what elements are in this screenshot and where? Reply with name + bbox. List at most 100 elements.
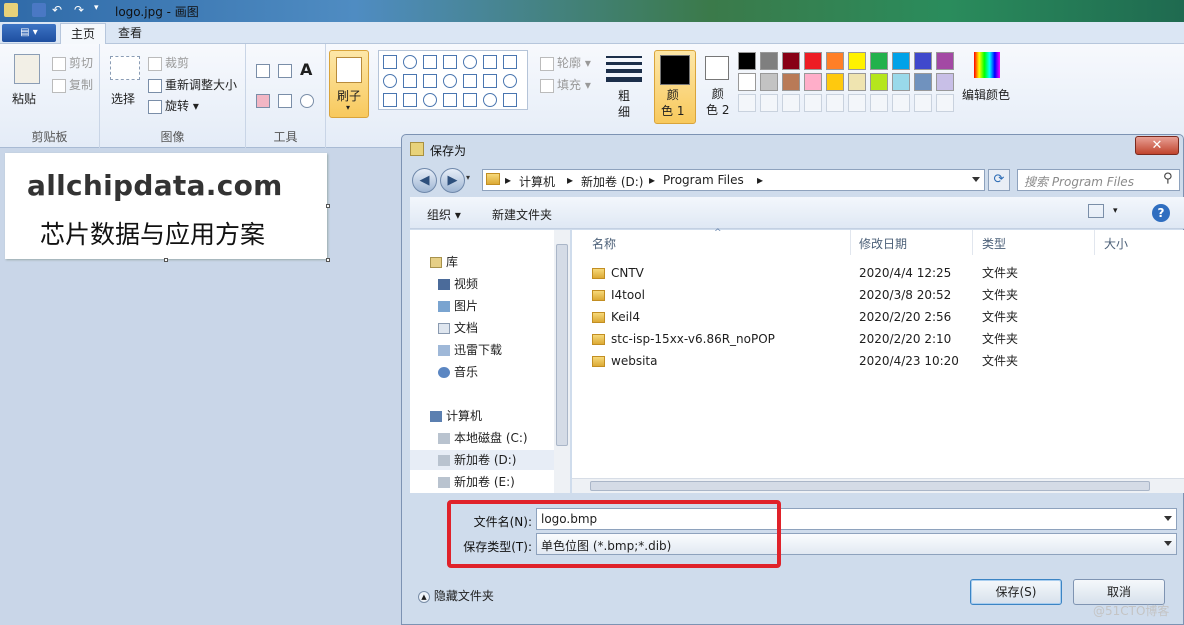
nav-videos[interactable]: 视频 — [438, 274, 478, 294]
nav-drive-c[interactable]: 本地磁盘 (C:) — [438, 428, 528, 448]
outline-button[interactable]: 轮廓 ▾ — [540, 54, 591, 71]
file-row[interactable]: websita 2020/4/23 10:20 文件夹 — [592, 351, 1182, 371]
shape-option[interactable] — [383, 74, 397, 88]
help-icon[interactable]: ? — [1152, 204, 1170, 222]
resize-handle-bottom[interactable] — [164, 258, 168, 262]
palette-swatch[interactable] — [804, 52, 822, 70]
shape-option[interactable] — [463, 55, 477, 69]
shape-option[interactable] — [483, 93, 497, 107]
back-button[interactable]: ◀ — [412, 168, 437, 193]
nav-drive-e[interactable]: 新加卷 (E:) — [438, 472, 515, 492]
breadcrumb-program-files[interactable]: Program Files — [663, 173, 744, 187]
shape-option[interactable] — [423, 74, 437, 88]
column-divider[interactable] — [850, 230, 851, 255]
palette-swatch[interactable] — [870, 73, 888, 91]
shape-option[interactable] — [383, 55, 397, 69]
crop-button[interactable]: 裁剪 — [148, 54, 189, 71]
palette-swatch[interactable] — [936, 52, 954, 70]
tab-view[interactable]: 查看 — [108, 23, 152, 44]
palette-swatch[interactable] — [914, 52, 932, 70]
tab-home[interactable]: 主页 — [60, 23, 107, 44]
palette-swatch[interactable] — [848, 52, 866, 70]
palette-swatch-empty[interactable] — [892, 94, 910, 112]
column-divider[interactable] — [972, 230, 973, 255]
shape-option[interactable] — [443, 55, 457, 69]
magnifier-icon[interactable] — [300, 94, 314, 108]
palette-swatch-empty[interactable] — [936, 94, 954, 112]
size-button[interactable]: 粗 细 — [606, 52, 642, 122]
address-bar[interactable]: ▸ 计算机 ▸ 新加卷 (D:) ▸ Program Files ▸ — [482, 169, 985, 191]
view-options-icon[interactable] — [1088, 204, 1104, 218]
palette-swatch[interactable] — [870, 52, 888, 70]
column-size[interactable]: 大小 — [1104, 235, 1128, 252]
eraser-icon[interactable] — [256, 94, 270, 108]
shape-option[interactable] — [503, 55, 517, 69]
text-tool-icon[interactable]: A — [300, 60, 312, 79]
save-icon[interactable] — [32, 3, 46, 17]
breadcrumb-computer[interactable]: 计算机 — [519, 173, 555, 190]
recent-locations-icon[interactable]: ▾ — [466, 173, 470, 182]
shape-option[interactable] — [403, 74, 417, 88]
nav-documents[interactable]: 文档 — [438, 318, 478, 338]
shape-option[interactable] — [403, 55, 417, 69]
palette-swatch-empty[interactable] — [826, 94, 844, 112]
file-list-scrollbar[interactable] — [572, 478, 1184, 493]
brush-button[interactable]: 刷子 ▾ — [329, 50, 369, 118]
filetype-dropdown-icon[interactable] — [1164, 541, 1172, 546]
customize-quick-access-icon[interactable]: ▾ — [94, 3, 108, 17]
palette-swatch[interactable] — [892, 52, 910, 70]
palette-swatch[interactable] — [738, 73, 756, 91]
search-input[interactable]: 搜索 Program Files — [1017, 169, 1180, 191]
view-dropdown-icon[interactable]: ▾ — [1113, 206, 1118, 216]
refresh-icon[interactable]: ⟳ — [988, 169, 1010, 191]
shape-option[interactable] — [483, 74, 497, 88]
palette-swatch[interactable] — [782, 73, 800, 91]
column-name[interactable]: 名称 — [592, 235, 616, 252]
palette-swatch-empty[interactable] — [914, 94, 932, 112]
file-row[interactable]: Keil4 2020/2/20 2:56 文件夹 — [592, 307, 1182, 327]
nav-pictures[interactable]: 图片 — [438, 296, 478, 316]
palette-swatch-empty[interactable] — [804, 94, 822, 112]
shape-option[interactable] — [483, 55, 497, 69]
organize-button[interactable]: 组织 ▾ — [427, 206, 461, 223]
palette-swatch[interactable] — [804, 73, 822, 91]
file-row[interactable]: I4tool 2020/3/8 20:52 文件夹 — [592, 285, 1182, 305]
nav-scrollbar-thumb[interactable] — [556, 244, 568, 446]
select-button[interactable]: 选择 — [111, 90, 135, 107]
nav-scrollbar[interactable] — [554, 230, 570, 493]
palette-swatch[interactable] — [738, 52, 756, 70]
pencil-icon[interactable] — [256, 64, 270, 78]
app-menu-button[interactable]: ▤ ▾ — [2, 24, 56, 42]
column-date[interactable]: 修改日期 — [859, 235, 907, 252]
resize-handle-right[interactable] — [326, 204, 330, 208]
color-picker-icon[interactable] — [278, 94, 292, 108]
redo-icon[interactable]: ↷ — [74, 3, 88, 17]
shape-option[interactable] — [443, 93, 457, 107]
nav-libraries[interactable]: 库 — [430, 252, 458, 272]
palette-swatch-empty[interactable] — [738, 94, 756, 112]
palette-swatch[interactable] — [892, 73, 910, 91]
palette-swatch-empty[interactable] — [782, 94, 800, 112]
palette-swatch-empty[interactable] — [760, 94, 778, 112]
palette-swatch[interactable] — [826, 73, 844, 91]
shape-option[interactable] — [383, 93, 397, 107]
save-button[interactable]: 保存(S) — [970, 579, 1062, 605]
palette-swatch[interactable] — [782, 52, 800, 70]
address-dropdown-icon[interactable] — [972, 177, 980, 182]
shape-option[interactable] — [503, 93, 517, 107]
file-list-scrollbar-thumb[interactable] — [590, 481, 1150, 491]
shape-option[interactable] — [423, 55, 437, 69]
palette-swatch-empty[interactable] — [870, 94, 888, 112]
close-button[interactable]: ✕ — [1135, 136, 1179, 155]
rotate-button[interactable]: 旋转 ▾ — [148, 97, 199, 114]
paint-canvas[interactable]: allchipdata.com 芯片数据与应用方案 — [5, 153, 327, 259]
palette-swatch[interactable] — [760, 52, 778, 70]
palette-swatch[interactable] — [914, 73, 932, 91]
forward-button[interactable]: ▶ — [440, 168, 465, 193]
shape-option[interactable] — [503, 74, 517, 88]
nav-thunder-downloads[interactable]: 迅雷下载 — [438, 340, 502, 360]
palette-swatch[interactable] — [826, 52, 844, 70]
file-row[interactable]: stc-isp-15xx-v6.86R_noPOP 2020/2/20 2:10 文… — [592, 329, 1182, 349]
column-type[interactable]: 类型 — [982, 235, 1006, 252]
resize-handle-corner[interactable] — [326, 258, 330, 262]
